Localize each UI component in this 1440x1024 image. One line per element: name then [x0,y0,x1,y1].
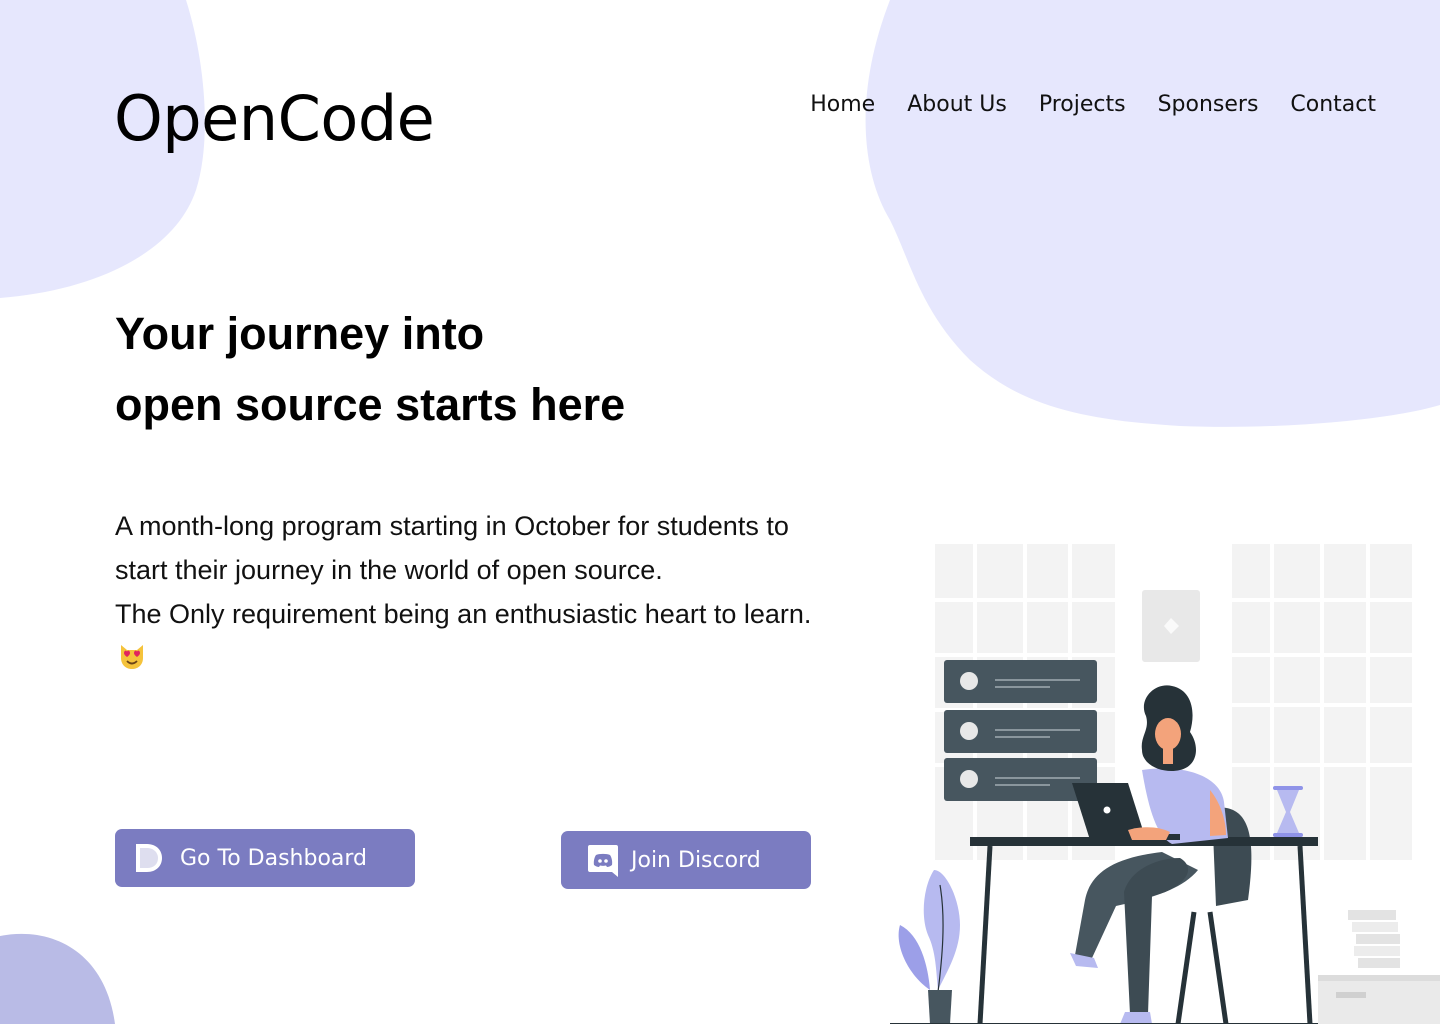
cat-heart-eyes-emoji [117,640,147,684]
hero-description-line1: A month-long program starting in October… [115,511,789,585]
join-discord-button[interactable]: Join Discord [561,831,811,889]
hero-headline-line1: Your journey into [115,308,485,359]
hero-headline: Your journey into open source starts her… [115,298,625,440]
nav-home[interactable]: Home [810,92,875,117]
nav-contact[interactable]: Contact [1290,92,1376,117]
join-discord-label: Join Discord [631,847,761,873]
go-to-dashboard-button[interactable]: Go To Dashboard [115,829,415,887]
dashboard-logo-icon [133,842,165,874]
main-nav: Home About Us Projects Sponsers Contact [810,92,1376,117]
checklist-card-3 [944,758,1097,801]
go-to-dashboard-label: Go To Dashboard [180,845,368,871]
nav-sponsers[interactable]: Sponsers [1158,92,1259,117]
developer-illustration [890,544,1440,1024]
hero-description-line2: The Only requirement being an enthusiast… [115,599,812,629]
nav-about-us[interactable]: About Us [907,92,1007,117]
discord-icon [587,844,619,877]
blob-top-right [865,0,1440,427]
checklist-card-1 [944,660,1097,703]
plant [898,870,960,1024]
side-cabinet [1318,910,1440,1024]
blob-bottom-left [0,933,115,1024]
brand-logo[interactable]: OpenCode [114,82,435,155]
hero-headline-line2: open source starts here [115,379,626,430]
hero-description: A month-long program starting in October… [115,504,835,684]
nav-projects[interactable]: Projects [1039,92,1126,117]
checklist-card-2 [944,710,1097,753]
